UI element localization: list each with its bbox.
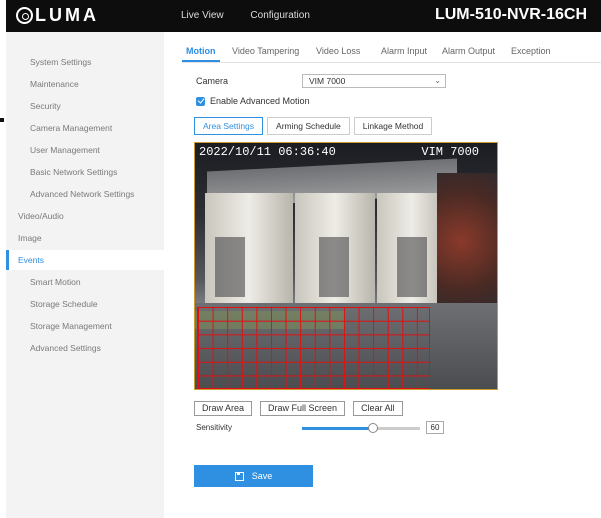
device-title: LUM-510-NVR-16CH (434, 6, 587, 23)
draw-button-group: Draw Area Draw Full Screen Clear All (194, 401, 411, 416)
nav-configuration[interactable]: Configuration (250, 10, 309, 21)
camera-label: Camera (196, 76, 229, 86)
decorative-dot (0, 118, 4, 122)
draw-full-screen-button[interactable]: Draw Full Screen (260, 401, 346, 416)
sidebar-item-events[interactable]: Events (6, 250, 164, 270)
sidebar-item-security[interactable]: Security (6, 96, 164, 116)
settings-subtabs: Area Settings Arming Schedule Linkage Me… (194, 117, 436, 135)
enable-advanced-motion-label: Enable Advanced Motion (210, 96, 310, 106)
tab-alarm-input[interactable]: Alarm Input (381, 46, 427, 56)
chevron-down-icon: ⌄ (434, 76, 441, 85)
sensitivity-slider[interactable] (302, 423, 420, 433)
sidebar-item-image[interactable]: Image (6, 228, 164, 248)
enable-advanced-motion-row[interactable]: Enable Advanced Motion (196, 96, 310, 106)
osd-timestamp: 2022/10/11 06:36:40 (199, 145, 336, 159)
tab-video-tampering[interactable]: Video Tampering (232, 46, 299, 56)
draw-area-button[interactable]: Draw Area (194, 401, 253, 416)
sidebar-item-maintenance[interactable]: Maintenance (6, 74, 164, 94)
tab-alarm-output[interactable]: Alarm Output (442, 46, 495, 56)
sidebar-item-user-management[interactable]: User Management (6, 140, 164, 160)
tab-exception[interactable]: Exception (511, 46, 551, 56)
sidebar: System Settings Maintenance Security Cam… (6, 32, 164, 518)
camera-select-value: VIM 7000 (309, 76, 346, 86)
enable-advanced-motion-checkbox[interactable] (196, 96, 205, 106)
top-bar: LUMA Live View Configuration LUM-510-NVR… (6, 0, 601, 32)
sidebar-item-system-settings[interactable]: System Settings (6, 52, 164, 72)
sidebar-item-smart-motion[interactable]: Smart Motion (6, 272, 164, 292)
camera-select[interactable]: VIM 7000 ⌄ (302, 74, 446, 88)
floppy-disk-icon (234, 471, 244, 481)
motion-detection-grid[interactable] (197, 307, 430, 389)
video-preview[interactable]: 2022/10/11 06:36:40 VIM 7000 (194, 142, 498, 390)
tab-motion[interactable]: Motion (186, 46, 216, 56)
tab-divider (182, 62, 601, 63)
save-button[interactable]: Save (194, 465, 313, 487)
sidebar-item-advanced-network[interactable]: Advanced Network Settings (6, 184, 164, 204)
subtab-arming-schedule[interactable]: Arming Schedule (267, 117, 350, 135)
subtab-area-settings[interactable]: Area Settings (194, 117, 264, 135)
sensitivity-value-input[interactable]: 60 (426, 421, 444, 434)
osd-camera-name: VIM 7000 (421, 145, 479, 159)
tab-video-loss[interactable]: Video Loss (316, 46, 360, 56)
trailer-middle (295, 193, 375, 303)
sidebar-item-video-audio[interactable]: Video/Audio (6, 206, 164, 226)
top-nav: Live View Configuration (181, 10, 334, 21)
sensitivity-slider-fill (302, 427, 373, 430)
nav-live-view[interactable]: Live View (181, 10, 224, 21)
logo-text: LUMA (35, 5, 99, 25)
sidebar-item-basic-network[interactable]: Basic Network Settings (6, 162, 164, 182)
trailer-left (205, 193, 293, 303)
clear-all-button[interactable]: Clear All (353, 401, 403, 416)
sidebar-item-camera-management[interactable]: Camera Management (6, 118, 164, 138)
sensitivity-slider-handle[interactable] (367, 423, 378, 433)
sidebar-item-advanced-settings[interactable]: Advanced Settings (6, 338, 164, 358)
logo-ring-icon (16, 7, 33, 24)
sidebar-item-storage-schedule[interactable]: Storage Schedule (6, 294, 164, 314)
save-button-label: Save (251, 471, 273, 481)
luma-logo: LUMA (16, 5, 99, 26)
subtab-linkage-method[interactable]: Linkage Method (353, 117, 433, 135)
sidebar-item-storage-management[interactable]: Storage Management (6, 316, 164, 336)
sensitivity-label: Sensitivity (196, 423, 233, 432)
